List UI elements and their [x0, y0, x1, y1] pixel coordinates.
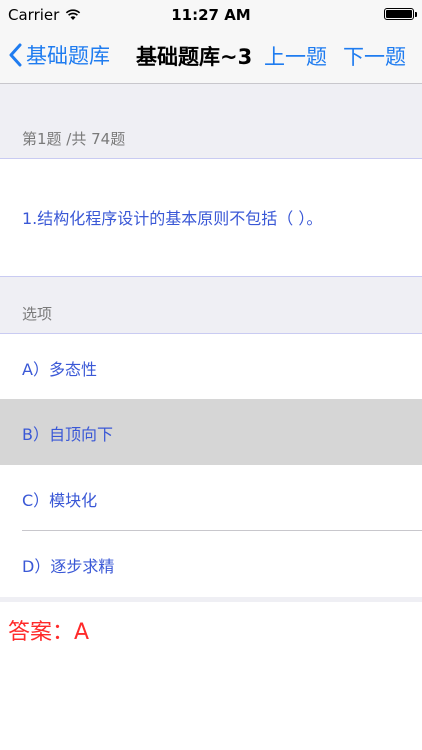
navigation-bar: 基础题库 基础题库~3 上一题 下一题 — [0, 28, 422, 84]
back-button-label: 基础题库 — [26, 44, 110, 68]
answer-text: 答案：A — [8, 620, 90, 645]
status-time: 11:27 AM — [171, 6, 251, 24]
question-bottom-divider — [0, 276, 422, 277]
prev-question-button[interactable]: 上一题 — [264, 41, 327, 71]
option-c-label: C）模块化 — [22, 491, 98, 510]
battery-fill — [386, 10, 412, 18]
option-b-label: B）自顶向下 — [22, 425, 113, 444]
option-a-label: A）多态性 — [22, 360, 97, 379]
option-d[interactable]: D）逐步求精 — [0, 531, 422, 597]
option-d-label: D）逐步求精 — [22, 557, 115, 576]
page-title: 基础题库~3 — [136, 45, 253, 69]
battery-icon — [384, 8, 417, 20]
option-a[interactable]: A）多态性 — [0, 334, 422, 400]
next-question-button[interactable]: 下一题 — [343, 41, 406, 71]
chevron-left-icon — [9, 43, 22, 67]
question-counter: 第1题 /共 74题 — [22, 130, 126, 148]
back-button[interactable]: 基础题库 — [8, 38, 110, 72]
question-text: 1.结构化程序设计的基本原则不包括（ ）。 — [22, 209, 323, 228]
option-b[interactable]: B）自顶向下 — [0, 399, 422, 465]
status-bar: Carrier 11:27 AM — [0, 0, 422, 28]
option-c[interactable]: C）模块化 — [0, 465, 422, 531]
options-header: 选项 — [22, 305, 53, 323]
question-top-divider — [0, 158, 422, 159]
